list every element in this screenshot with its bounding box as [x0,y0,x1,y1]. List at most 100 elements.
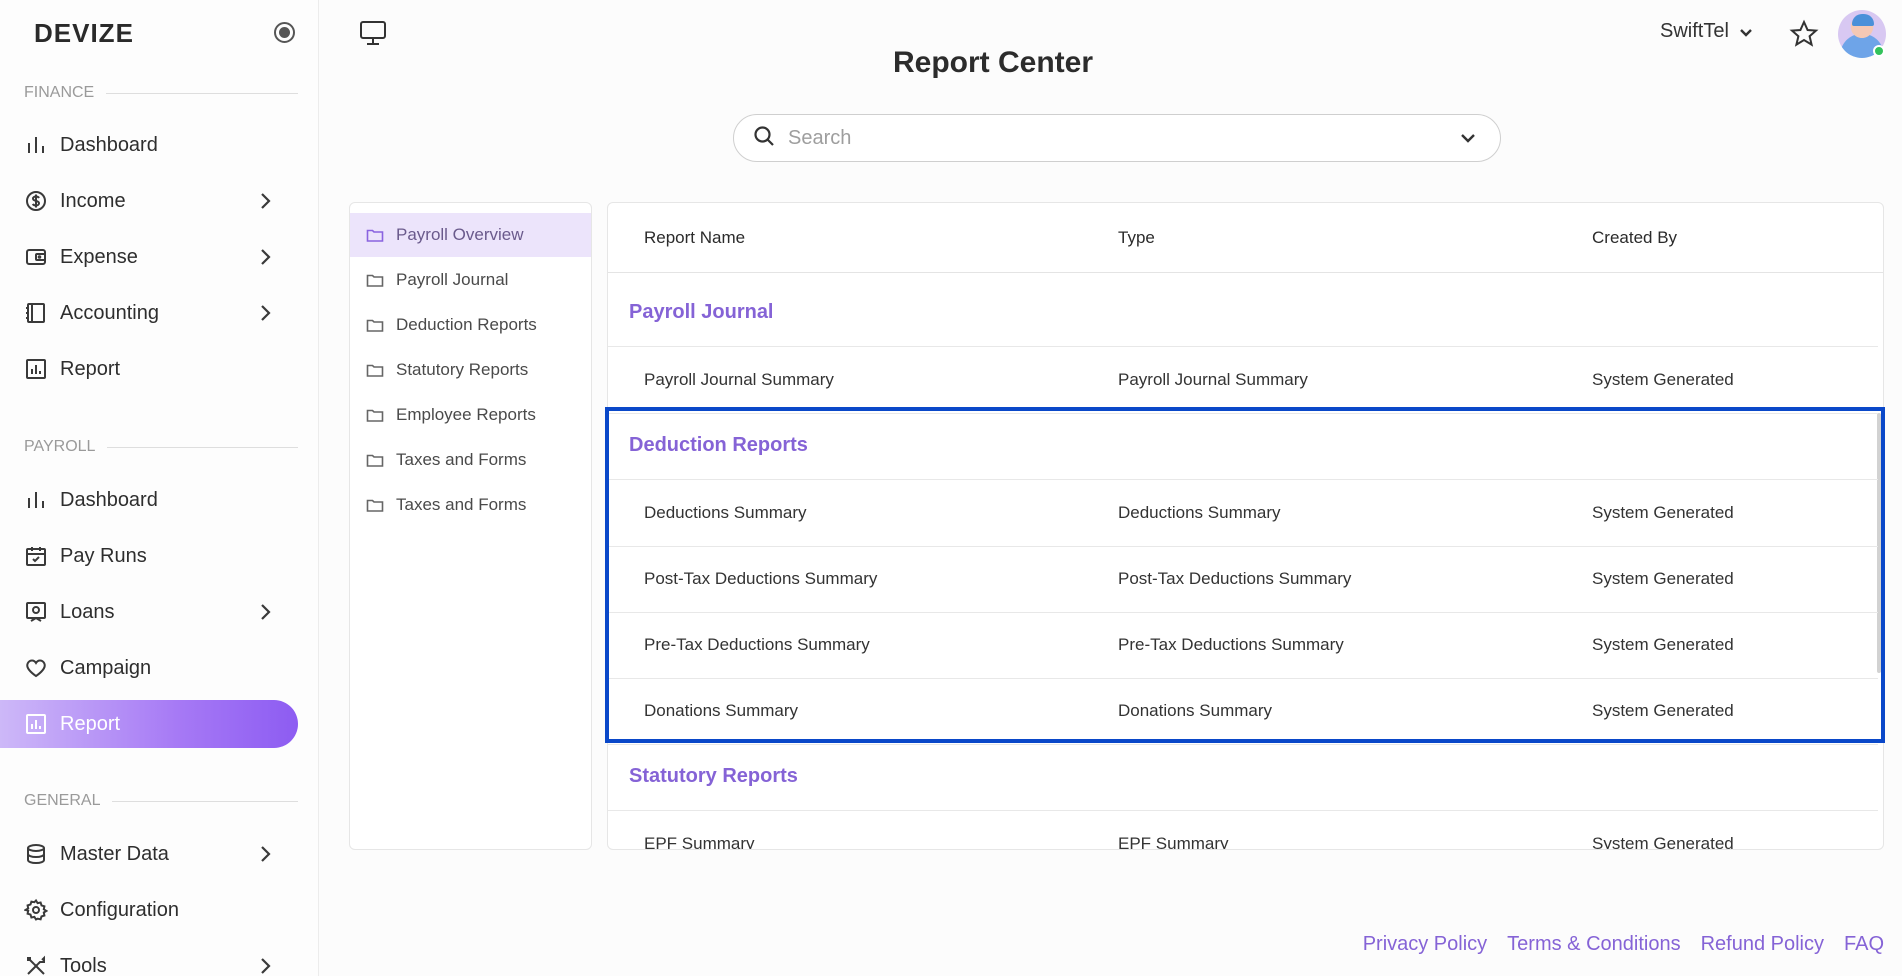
category-item-payroll-overview[interactable]: Payroll Overview [350,213,591,257]
cell-report-name[interactable]: Deductions Summary [644,503,807,523]
page-title-wrap: Report Center [0,46,1902,80]
report-icon [24,712,48,736]
gear-icon [24,898,48,922]
sidebar-item-label: Accounting [60,301,159,324]
sidebar-toggle-icon[interactable] [274,22,295,43]
table-row[interactable]: Payroll Journal Summary Payroll Journal S… [608,348,1878,414]
search-dropdown-chevron-icon[interactable] [1458,128,1478,148]
sidebar-item-label: Expense [60,245,138,268]
sidebar-item-accounting[interactable]: Accounting [0,289,298,337]
chevron-right-icon [254,246,276,268]
search-bar [733,114,1501,162]
sidebar: DEVIZE FINANCE Dashboard Income Expense Acc… [0,0,319,976]
monitor-icon[interactable] [359,20,387,46]
sidebar-item-label: Income [60,189,126,212]
sidebar-item-campaign[interactable]: Campaign [0,644,298,692]
category-label: Payroll Overview [396,225,524,244]
loan-icon [24,600,48,624]
sidebar-item-expense[interactable]: Expense [0,233,298,281]
privacy-policy-link[interactable]: Privacy Policy [1363,933,1487,956]
faq-link[interactable]: FAQ [1844,933,1884,956]
column-header-type[interactable]: Type [1118,228,1155,248]
folder-icon [366,497,396,513]
cell-report-name[interactable]: EPF Summary [644,834,755,849]
column-header-report-name[interactable]: Report Name [644,228,745,248]
sidebar-item-pay-runs[interactable]: Pay Runs [0,532,298,580]
column-header-created-by[interactable]: Created By [1592,228,1677,248]
cell-report-name[interactable]: Pre-Tax Deductions Summary [644,635,870,655]
category-item-taxes-and-forms[interactable]: Taxes and Forms [350,438,591,482]
cell-created-by: System Generated [1592,503,1734,522]
refund-policy-link[interactable]: Refund Policy [1701,933,1824,956]
table-row[interactable]: Post-Tax Deductions Summary Post-Tax Dedu… [608,547,1878,613]
terms-conditions-link[interactable]: Terms & Conditions [1507,933,1680,956]
brand-logo: DEVIZE [34,18,134,48]
category-label: Employee Reports [396,405,536,424]
cell-report-name[interactable]: Donations Summary [644,701,798,721]
cell-type: Payroll Journal Summary [1118,370,1308,389]
category-item-employee-reports[interactable]: Employee Reports [350,393,591,437]
group-title: Payroll Journal [629,301,774,323]
folder-icon [366,272,396,288]
cell-report-name[interactable]: Post-Tax Deductions Summary [644,569,877,589]
sidebar-item-label: Tools [60,954,107,976]
sidebar-item-label: Pay Runs [60,544,147,567]
cell-type: Post-Tax Deductions Summary [1118,569,1352,588]
chevron-right-icon [254,601,276,623]
footer-links: Privacy Policy Terms & Conditions Refund… [1363,933,1884,956]
category-item-payroll-journal[interactable]: Payroll Journal [350,258,591,302]
chevron-right-icon [254,190,276,212]
folder-icon [366,452,396,468]
bar-chart-icon [24,488,48,512]
tools-icon [24,954,48,976]
sidebar-item-dashboard[interactable]: Dashboard [0,476,298,524]
table-row[interactable]: EPF Summary EPF Summary System Generated [608,812,1878,850]
table-header: Report Name Type Created By [608,203,1883,273]
sidebar-item-report[interactable]: Report [0,345,298,393]
chevron-right-icon [254,955,276,976]
table-row[interactable]: Pre-Tax Deductions Summary Pre-Tax Deduct… [608,613,1878,679]
sidebar-item-dashboard[interactable]: Dashboard [0,121,298,169]
calendar-check-icon [24,544,48,568]
cell-created-by: System Generated [1592,635,1734,654]
heart-icon [24,656,48,680]
folder-icon [366,362,396,378]
category-label: Taxes and Forms [396,495,527,514]
cell-created-by: System Generated [1592,701,1734,720]
database-icon [24,842,48,866]
sidebar-item-configuration[interactable]: Configuration [0,886,298,934]
sidebar-item-report[interactable]: Report [0,700,298,748]
company-switcher[interactable]: SwiftTel [1660,20,1755,43]
sidebar-item-income[interactable]: Income [0,177,298,225]
category-item-taxes-and-forms[interactable]: Taxes and Forms [350,483,591,527]
sidebar-item-tools[interactable]: Tools [0,942,298,976]
cell-created-by: System Generated [1592,370,1734,389]
cell-type: Deductions Summary [1118,503,1281,522]
cell-created-by: System Generated [1592,569,1734,588]
dollar-circle-icon [24,189,48,213]
section-label-payroll: PAYROLL [24,438,298,456]
category-item-statutory-reports[interactable]: Statutory Reports [350,348,591,392]
sidebar-item-label: Report [60,712,121,735]
table-row[interactable]: Donations Summary Donations Summary System… [608,679,1878,745]
folder-icon [366,227,396,243]
sidebar-item-label: Dashboard [60,488,158,511]
search-input[interactable] [788,126,1428,150]
sidebar-item-label: Master Data [60,842,169,865]
sidebar-item-master-data[interactable]: Master Data [0,830,298,878]
sidebar-item-label: Report [60,357,121,380]
sidebar-item-loans[interactable]: Loans [0,588,298,636]
category-label: Taxes and Forms [396,450,527,469]
report-category-list: Payroll Overview Payroll Journal Deduction… [349,202,592,850]
category-item-deduction-reports[interactable]: Deduction Reports [350,303,591,347]
cell-type: EPF Summary [1118,834,1229,850]
favorite-star-icon[interactable] [1789,19,1819,49]
cell-created-by: System Generated [1592,834,1734,850]
online-status-dot [1873,45,1885,57]
cell-report-name[interactable]: Payroll Journal Summary [644,370,834,390]
chevron-right-icon [254,302,276,324]
group-title: Deduction Reports [629,434,808,456]
company-name: SwiftTel [1660,20,1729,42]
bar-chart-icon [24,133,48,157]
table-row[interactable]: Deductions Summary Deductions Summary Syst… [608,481,1878,547]
